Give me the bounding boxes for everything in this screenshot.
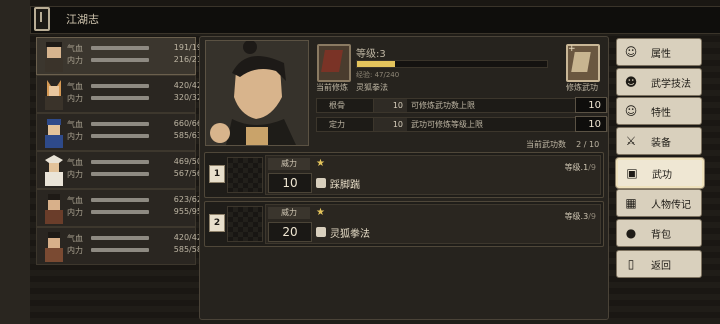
requirement-row-focus: 定力 10 武功可修炼等级上限 10	[316, 116, 608, 132]
star-icon: ★	[316, 158, 325, 169]
character-portrait	[205, 40, 309, 146]
menu-traits[interactable]: ☺ 特性	[616, 97, 702, 125]
skill-card[interactable]: 威力 10 ★ 踩脚踹 等级.1/9	[265, 155, 601, 195]
mp-bar	[91, 210, 149, 214]
skill-slot[interactable]: 1 威力 10 ★ 踩脚踹 等级.1/9	[204, 152, 604, 198]
menu-martial-arts[interactable]: ▣ 武功	[616, 158, 704, 188]
page-title: 江湖志	[66, 13, 99, 26]
mp-label: 内力	[67, 56, 83, 65]
mp-label: 内力	[67, 246, 83, 255]
practice-skill-label: 修炼武功	[566, 83, 598, 92]
menu-equipment[interactable]: ⚔ 装备	[616, 127, 702, 155]
plus-icon: +	[568, 44, 576, 54]
hp-label: 气血	[67, 82, 83, 91]
mp-label: 内力	[67, 208, 83, 217]
character-avatar	[45, 42, 63, 72]
experience-text: 经验: 47/240	[356, 71, 400, 79]
current-practice-label: 当前修炼	[316, 83, 348, 92]
requirement-row-bone: 根骨 10 可修炼武功数上限 10	[316, 97, 608, 113]
hp-bar	[91, 122, 149, 126]
skill-icon-placeholder	[227, 206, 263, 242]
mp-label: 内力	[67, 170, 83, 179]
character-avatar	[45, 119, 63, 148]
level-label: 等级:3	[356, 49, 386, 60]
mp-label: 内力	[67, 132, 83, 141]
skill-card[interactable]: 威力 20 ★ 灵狐拳法 等级.3/9	[265, 204, 601, 244]
power-label: 威力	[268, 207, 310, 219]
hp-bar	[91, 84, 149, 88]
party-member-4[interactable]: 气血 469/504 内力 567/567	[36, 151, 207, 189]
sword-icon: ⚔	[625, 134, 637, 148]
hp-label: 气血	[67, 120, 83, 129]
attribute-icon: ☺	[624, 45, 638, 59]
party-member-6[interactable]: 气血 420/420 内力 585/585	[36, 227, 207, 265]
menu-biography[interactable]: ▦ 人物传记	[616, 189, 702, 217]
trait-icon: ☺	[624, 104, 638, 118]
mp-bar	[91, 58, 149, 62]
bag-icon: ●	[625, 226, 637, 240]
hp-label: 气血	[67, 234, 83, 243]
journal-icon[interactable]	[34, 7, 50, 31]
mp-bar	[91, 134, 149, 138]
party-member-1[interactable]: 气血 191/191 内力 216/216	[36, 37, 207, 75]
level-progress-bar	[356, 60, 548, 68]
fist-icon	[316, 227, 326, 237]
skill-icon-placeholder	[227, 157, 263, 193]
technique-icon: ☻	[624, 75, 638, 89]
menu-return[interactable]: ▯ 返回	[616, 250, 702, 278]
star-icon: ★	[316, 207, 325, 218]
martial-book-icon	[317, 44, 351, 82]
party-member-2[interactable]: 气血 420/420 内力 320/320	[36, 75, 207, 113]
menu-techniques[interactable]: ☻ 武学技法	[616, 68, 702, 96]
character-avatar	[45, 232, 63, 262]
slot-index: 2	[209, 214, 225, 232]
exit-door-icon: ▯	[627, 257, 635, 271]
mp-label: 内力	[67, 94, 83, 103]
title-bar	[30, 6, 720, 34]
menu-bag[interactable]: ● 背包	[616, 219, 702, 247]
hp-label: 气血	[67, 158, 83, 167]
skill-level: 等级.1/9	[564, 163, 596, 172]
power-value: 20	[268, 222, 312, 242]
biography-icon: ▦	[625, 196, 637, 210]
mp-bar	[91, 172, 149, 176]
menu-attributes[interactable]: ☺ 属性	[616, 38, 702, 66]
party-member-3[interactable]: 气血 660/660 内力 585/630	[36, 113, 207, 151]
kick-icon	[316, 178, 326, 188]
hp-bar	[91, 236, 149, 240]
skill-slot[interactable]: 2 威力 20 ★ 灵狐拳法 等级.3/9	[204, 201, 604, 247]
power-value: 10	[268, 173, 312, 193]
martial-book-icon: ▣	[626, 166, 638, 180]
hp-bar	[91, 198, 149, 202]
mp-bar	[91, 96, 149, 100]
hp-label: 气血	[67, 196, 83, 205]
skill-name: 踩脚踹	[330, 180, 360, 191]
current-practice-skill: 灵狐拳法	[356, 83, 388, 92]
hp-bar	[91, 46, 149, 50]
party-member-5[interactable]: 气血 623/623 内力 955/955	[36, 189, 207, 227]
character-avatar	[45, 194, 63, 224]
character-avatar	[45, 155, 63, 186]
power-label: 威力	[268, 158, 310, 170]
skill-count: 当前武功数 2 / 10	[526, 140, 600, 149]
mp-bar	[91, 248, 149, 252]
skill-level: 等级.3/9	[564, 212, 596, 221]
character-avatar	[45, 80, 63, 110]
hp-label: 气血	[67, 44, 83, 53]
skill-name: 灵狐拳法	[330, 229, 370, 240]
hp-bar	[91, 160, 149, 164]
slot-index: 1	[209, 165, 225, 183]
